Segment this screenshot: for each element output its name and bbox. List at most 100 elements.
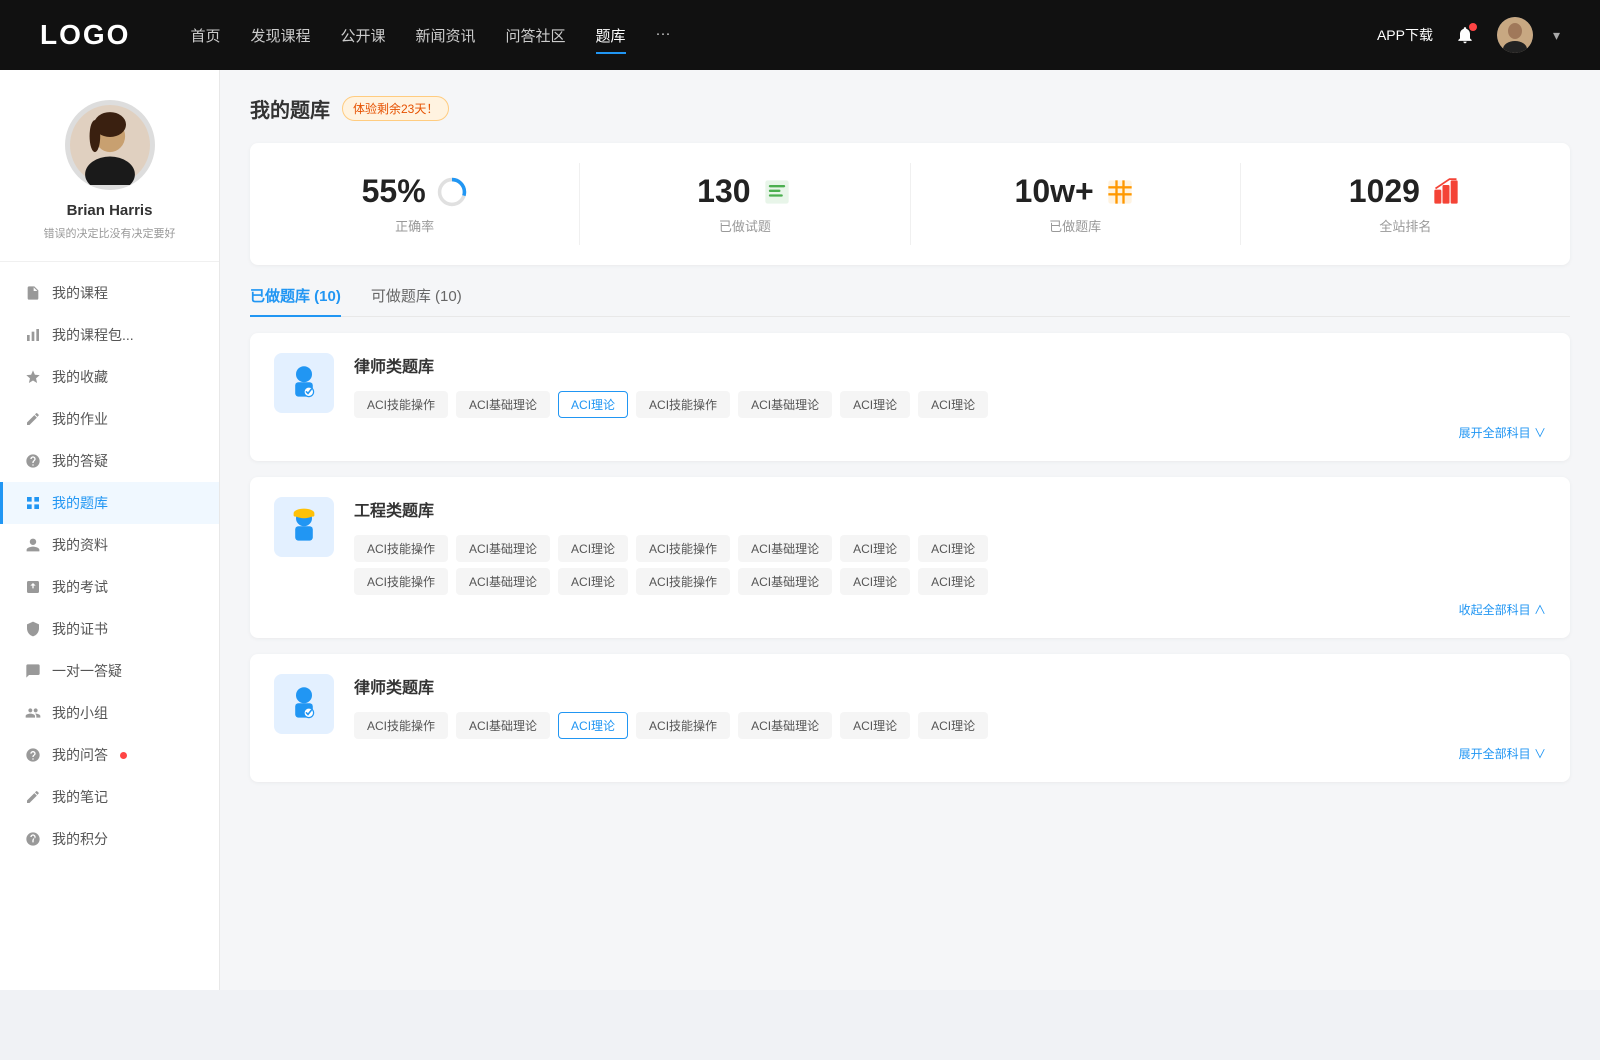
sidebar-item-qa[interactable]: 我的答疑 — [0, 440, 219, 482]
grid-icon — [24, 494, 42, 512]
sidebar-item-coursepack[interactable]: 我的课程包... — [0, 314, 219, 356]
sidebar-item-profile[interactable]: 我的资料 — [0, 524, 219, 566]
eng-tag-12[interactable]: ACI理论 — [840, 568, 910, 595]
eng-tag-6[interactable]: ACI理论 — [918, 535, 988, 562]
sidebar-item-1on1[interactable]: 一对一答疑 — [0, 650, 219, 692]
notification-dot — [1469, 23, 1477, 31]
eng-tag-3[interactable]: ACI技能操作 — [636, 535, 730, 562]
eng-tag-10[interactable]: ACI技能操作 — [636, 568, 730, 595]
stat-label-accuracy: 正确率 — [270, 216, 559, 235]
tag-5[interactable]: ACI理论 — [840, 391, 910, 418]
eng-tag-11[interactable]: ACI基础理论 — [738, 568, 832, 595]
tag-1[interactable]: ACI基础理论 — [456, 391, 550, 418]
nav-links: 首页 发现课程 公开课 新闻资讯 问答社区 题库 ··· — [190, 21, 1337, 50]
sidebar-label-group: 我的小组 — [52, 703, 108, 723]
eng-tag-7[interactable]: ACI技能操作 — [354, 568, 448, 595]
tag-3[interactable]: ACI技能操作 — [636, 391, 730, 418]
eng-tag-8[interactable]: ACI基础理论 — [456, 568, 550, 595]
eng-tag-5[interactable]: ACI理论 — [840, 535, 910, 562]
law2-tag-0[interactable]: ACI技能操作 — [354, 712, 448, 739]
sidebar-item-course[interactable]: 我的课程 — [0, 272, 219, 314]
eng-tag-0[interactable]: ACI技能操作 — [354, 535, 448, 562]
law2-tag-4[interactable]: ACI基础理论 — [738, 712, 832, 739]
tag-0[interactable]: ACI技能操作 — [354, 391, 448, 418]
sidebar-label-course: 我的课程 — [52, 283, 108, 303]
eng-tag-4[interactable]: ACI基础理论 — [738, 535, 832, 562]
law2-tag-6[interactable]: ACI理论 — [918, 712, 988, 739]
sidebar-item-favorites[interactable]: 我的收藏 — [0, 356, 219, 398]
chevron-down-icon[interactable]: ▾ — [1553, 27, 1560, 44]
sidebar-label-questionbank: 我的题库 — [52, 493, 108, 513]
file-icon — [24, 284, 42, 302]
note-icon — [24, 788, 42, 806]
lawyer-icon-2 — [274, 674, 334, 734]
qbank-title-engineer: 工程类题库 — [354, 497, 1546, 521]
expand-link-lawyer-1[interactable]: 展开全部科目 ∨ — [354, 424, 1546, 441]
sidebar-label-profile: 我的资料 — [52, 535, 108, 555]
sidebar-label-exam: 我的考试 — [52, 577, 108, 597]
law2-tag-2[interactable]: ACI理论 — [558, 712, 628, 739]
nav-right: APP下载 ▾ — [1377, 17, 1560, 53]
sidebar-item-questionbank[interactable]: 我的题库 — [0, 482, 219, 524]
stat-label-rank: 全站排名 — [1261, 216, 1550, 235]
sidebar-item-exam[interactable]: 我的考试 — [0, 566, 219, 608]
eng-tag-2[interactable]: ACI理论 — [558, 535, 628, 562]
tag-4[interactable]: ACI基础理论 — [738, 391, 832, 418]
expand-link-lawyer-2[interactable]: 展开全部科目 ∨ — [354, 745, 1546, 762]
tags-row-engineer-1: ACI技能操作 ACI基础理论 ACI理论 ACI技能操作 ACI基础理论 AC… — [354, 535, 1546, 562]
law2-tag-3[interactable]: ACI技能操作 — [636, 712, 730, 739]
sidebar-item-group[interactable]: 我的小组 — [0, 692, 219, 734]
coin-icon — [24, 830, 42, 848]
group-icon — [24, 704, 42, 722]
stat-top-rank: 1029 — [1261, 173, 1550, 210]
sidebar-item-points[interactable]: 我的积分 — [0, 818, 219, 860]
stat-done: 130 已做试题 — [580, 163, 910, 245]
stat-value-rank: 1029 — [1349, 173, 1420, 210]
app-download-button[interactable]: APP下载 — [1377, 25, 1433, 45]
qbank-title-lawyer-2: 律师类题库 — [354, 674, 1546, 698]
collapse-link-engineer[interactable]: 收起全部科目 ∧ — [354, 601, 1546, 618]
stat-bank-done: 10w+ 已做题库 — [911, 163, 1241, 245]
sidebar-item-homework[interactable]: 我的作业 — [0, 398, 219, 440]
stat-top-bank: 10w+ — [931, 173, 1220, 210]
engineer-icon — [274, 497, 334, 557]
person-icon — [24, 536, 42, 554]
nav-news[interactable]: 新闻资讯 — [416, 21, 476, 50]
sidebar-item-notes[interactable]: 我的笔记 — [0, 776, 219, 818]
qbank-card-engineer: 工程类题库 ACI技能操作 ACI基础理论 ACI理论 ACI技能操作 ACI基… — [250, 477, 1570, 638]
sidebar-label-qa: 我的答疑 — [52, 451, 108, 471]
nav-home[interactable]: 首页 — [190, 21, 220, 50]
tab-available-banks[interactable]: 可做题库 (10) — [371, 285, 462, 316]
law2-tag-1[interactable]: ACI基础理论 — [456, 712, 550, 739]
sidebar-item-cert[interactable]: 我的证书 — [0, 608, 219, 650]
nav-qa[interactable]: 问答社区 — [506, 21, 566, 50]
bell-icon[interactable] — [1453, 23, 1477, 47]
sidebar: Brian Harris 错误的决定比没有决定要好 我的课程 我的课程包... — [0, 70, 220, 990]
sidebar-label-homework: 我的作业 — [52, 409, 108, 429]
qbank-title-lawyer-1: 律师类题库 — [354, 353, 1546, 377]
stat-top-done: 130 — [600, 173, 889, 210]
nav-open[interactable]: 公开课 — [340, 21, 385, 50]
list-icon — [761, 176, 793, 208]
tag-6[interactable]: ACI理论 — [918, 391, 988, 418]
stat-accuracy: 55% 正确率 — [250, 163, 580, 245]
tag-2[interactable]: ACI理论 — [558, 391, 628, 418]
stat-top-accuracy: 55% — [270, 173, 559, 210]
eng-tag-1[interactable]: ACI基础理论 — [456, 535, 550, 562]
donut-icon — [436, 176, 468, 208]
nav-questionbank[interactable]: 题库 — [596, 21, 626, 50]
user-section: Brian Harris 错误的决定比没有决定要好 — [0, 100, 219, 262]
nav-more[interactable]: ··· — [656, 21, 671, 50]
eng-tag-9[interactable]: ACI理论 — [558, 568, 628, 595]
sidebar-menu: 我的课程 我的课程包... 我的收藏 我的作业 — [0, 272, 219, 860]
user-avatar-nav[interactable] — [1497, 17, 1533, 53]
tab-done-banks[interactable]: 已做题库 (10) — [250, 285, 341, 316]
sidebar-item-myqa[interactable]: 我的问答 — [0, 734, 219, 776]
nav-discover[interactable]: 发现课程 — [250, 21, 310, 50]
law2-tag-5[interactable]: ACI理论 — [840, 712, 910, 739]
table-icon — [1104, 176, 1136, 208]
stats-row: 55% 正确率 130 — [250, 143, 1570, 265]
eng-tag-13[interactable]: ACI理论 — [918, 568, 988, 595]
cert-icon — [24, 620, 42, 638]
qbank-card-lawyer-2: 律师类题库 ACI技能操作 ACI基础理论 ACI理论 ACI技能操作 ACI基… — [250, 654, 1570, 782]
